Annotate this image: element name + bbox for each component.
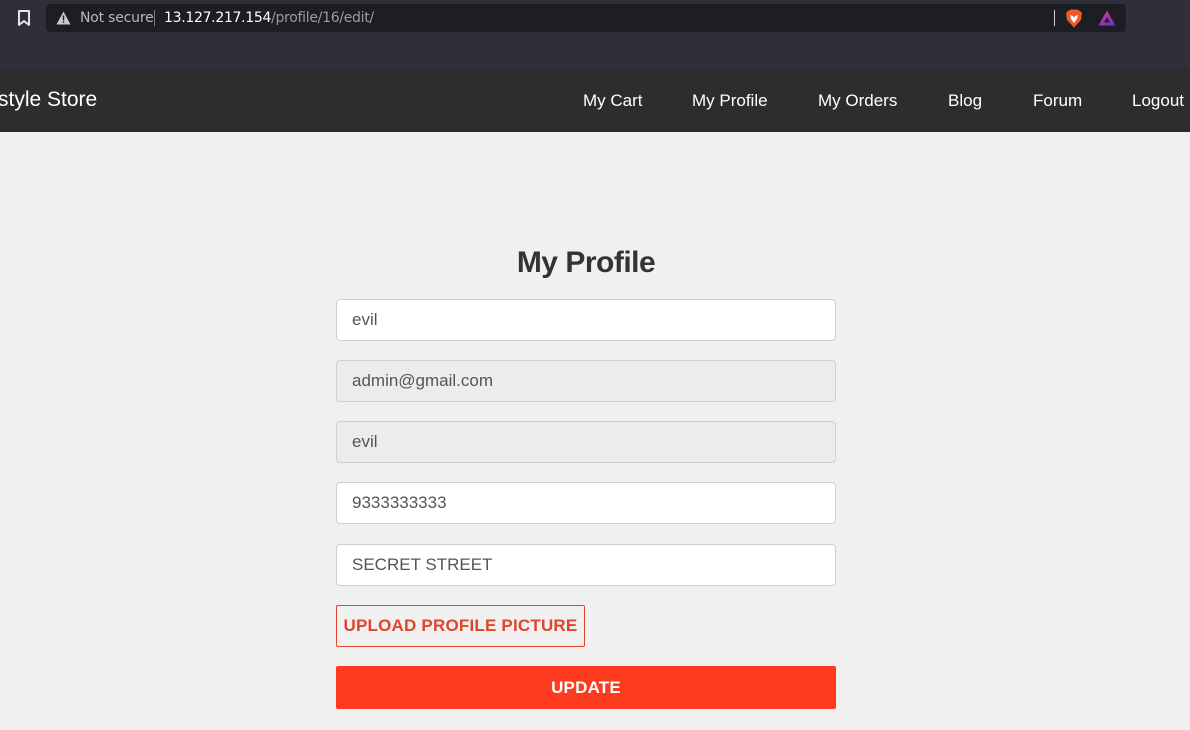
url-text[interactable]: 13.127.217.154/profile/16/edit/ <box>164 10 374 26</box>
update-button[interactable]: UPDATE <box>336 666 836 709</box>
browser-chrome: Not secure 13.127.217.154/profile/16/edi… <box>0 0 1190 69</box>
url-separator <box>154 10 155 26</box>
nav-logout[interactable]: Logout <box>1132 91 1184 111</box>
extension-separator <box>1054 10 1055 26</box>
nav-my-profile[interactable]: My Profile <box>692 91 768 111</box>
address-bar[interactable]: Not secure 13.127.217.154/profile/16/edi… <box>46 4 1126 32</box>
username-field[interactable] <box>336 421 836 463</box>
bookmark-icon[interactable] <box>17 10 31 26</box>
site-navbar: style Store My Cart My Profile My Orders… <box>0 69 1190 132</box>
email-field[interactable] <box>336 360 836 402</box>
brave-rewards-icon[interactable] <box>1098 10 1116 26</box>
security-label[interactable]: Not secure <box>80 10 154 26</box>
nav-blog[interactable]: Blog <box>948 91 982 111</box>
page-title: My Profile <box>516 246 656 279</box>
upload-profile-picture-button[interactable]: UPLOAD PROFILE PICTURE <box>336 605 585 647</box>
url-path: /profile/16/edit/ <box>271 10 374 26</box>
address-field[interactable] <box>336 544 836 586</box>
nav-my-orders[interactable]: My Orders <box>818 91 897 111</box>
warning-icon[interactable] <box>56 11 71 25</box>
nav-forum[interactable]: Forum <box>1033 91 1082 111</box>
nav-links: My Cart My Profile My Orders Blog Forum … <box>0 91 1190 113</box>
phone-field[interactable] <box>336 482 836 524</box>
url-host: 13.127.217.154 <box>164 10 272 26</box>
name-field[interactable] <box>336 299 836 341</box>
brave-shield-icon[interactable] <box>1065 9 1083 28</box>
nav-my-cart[interactable]: My Cart <box>583 91 643 111</box>
